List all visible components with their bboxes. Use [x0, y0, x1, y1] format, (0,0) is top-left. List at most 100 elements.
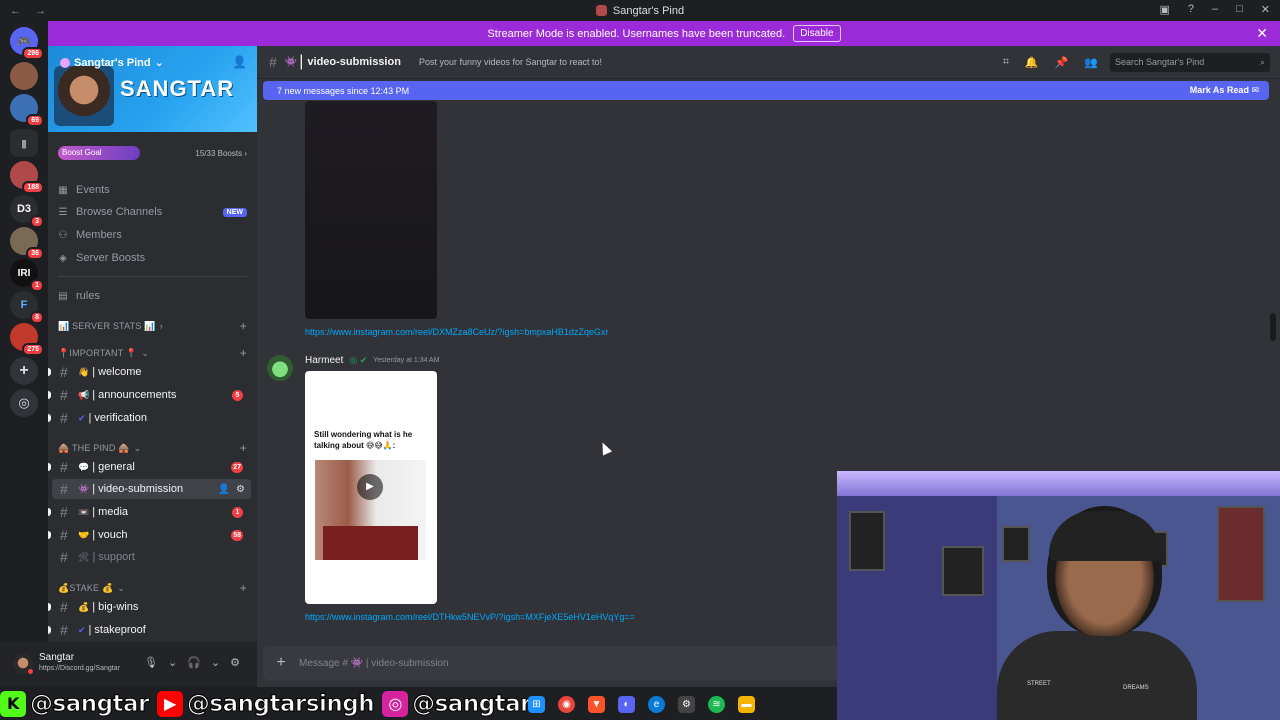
channel-vouch[interactable]: # 🤝 | vouch 58: [52, 525, 251, 545]
invite-icon[interactable]: 👤: [232, 55, 247, 69]
boost-goal-bar: Boost Goal: [58, 146, 140, 160]
message-link[interactable]: https://www.instagram.com/reel/DTHkw5NEV…: [305, 612, 635, 622]
chrome-icon[interactable]: ◉: [558, 695, 575, 713]
edge-icon[interactable]: e: [648, 695, 665, 713]
close-banner-icon[interactable]: ✕: [1256, 25, 1268, 42]
invite-icon[interactable]: 👤: [218, 484, 230, 495]
window-title-text: Sangtar's Pind: [612, 4, 685, 17]
search-input[interactable]: Search Sangtar's Pind ⌕: [1110, 53, 1270, 72]
webcam-overlay: STREET DREAMS: [837, 471, 1280, 720]
channel-announcements[interactable]: # 📢 | announcements 5: [52, 385, 251, 405]
channel-big-wins[interactable]: # 💰 | big-wins: [52, 597, 251, 617]
channel-topic[interactable]: Post your funny videos for Sangtar to re…: [419, 57, 602, 67]
server-icon[interactable]: IRI 1: [10, 259, 44, 292]
member-list-icon[interactable]: 👥: [1084, 56, 1098, 69]
gear-icon[interactable]: ⚙: [236, 484, 245, 495]
brave-icon[interactable]: ▼: [588, 695, 605, 713]
gear-icon[interactable]: ⚙: [230, 656, 240, 669]
channel-general[interactable]: # 💬 | general 27: [52, 457, 251, 477]
close-window-icon[interactable]: ✕: [1261, 3, 1270, 16]
server-icon[interactable]: F 8: [10, 291, 44, 324]
boost-goal[interactable]: Boost Goal 15/33 Boosts ›: [58, 145, 247, 161]
add-channel-icon[interactable]: +: [240, 346, 247, 360]
username[interactable]: Sangtar: [39, 652, 74, 663]
add-attachment-icon[interactable]: +: [263, 654, 299, 672]
play-icon[interactable]: ▶: [357, 474, 383, 500]
threads-icon[interactable]: ⌗: [1003, 56, 1009, 69]
server-icon[interactable]: 69: [10, 94, 44, 127]
server-icon[interactable]: 36: [10, 227, 44, 260]
channel-emoji: ✔: [78, 624, 86, 635]
mark-as-read-button[interactable]: Mark As Read ✉: [1190, 85, 1259, 96]
category-the-pind[interactable]: 🛖 The Pind 🛖 ⌄ +: [58, 440, 247, 456]
spotify-icon[interactable]: ≋: [708, 695, 725, 713]
video-embed[interactable]: Still wondering what is he talking about…: [305, 371, 437, 604]
message-link[interactable]: https://www.instagram.com/reel/DXMZza8Ce…: [305, 327, 608, 337]
hash-icon: #: [60, 387, 68, 403]
scrollbar[interactable]: [1270, 313, 1276, 341]
channel-video-submission[interactable]: # 👾 | video-submission 👤 ⚙: [52, 479, 251, 499]
boost-count: 15/33 Boosts ›: [195, 148, 247, 158]
guild-header[interactable]: Sangtar's Pind ⌄ 👤 SANGTAR: [48, 46, 257, 132]
channel-header: # 👾 | video-submission Post your funny v…: [257, 46, 1280, 79]
channel-media[interactable]: # 📼 | media 1: [52, 502, 251, 522]
server-glyph: D3: [16, 203, 32, 215]
channel-support[interactable]: # 🛠 | support: [52, 547, 251, 567]
disable-button[interactable]: Disable: [793, 25, 841, 42]
folder-icon[interactable]: ▮: [10, 129, 38, 157]
banner-text: Streamer Mode is enabled. Usernames have…: [487, 27, 786, 40]
menu-events[interactable]: ▦ Events: [58, 180, 247, 200]
webcam-poster: [1002, 526, 1030, 562]
hash-icon: #: [60, 459, 68, 475]
discover-icon[interactable]: ◎: [10, 389, 38, 417]
discord-icon[interactable]: ◐: [618, 695, 635, 713]
server-icon[interactable]: D3 3: [10, 195, 44, 228]
help-icon[interactable]: ?: [1188, 3, 1194, 16]
bell-icon[interactable]: 🔔: [1025, 56, 1039, 69]
app-root: ← → Sangtar's Pind ▣ ? – □ ✕ 🎮 296 69 ▮ 1…: [0, 0, 1280, 720]
video-embed[interactable]: [305, 101, 437, 319]
discord-home-icon[interactable]: 🎮 296: [10, 27, 44, 60]
maximize-icon[interactable]: □: [1236, 3, 1243, 16]
server-icon[interactable]: [10, 62, 38, 90]
chevron-down-icon[interactable]: ⌄: [168, 656, 177, 669]
inbox-icon[interactable]: ▣: [1159, 3, 1169, 16]
social-handles-overlay: K @sangtar ▶ @sangtarsingh ◎ @sangtarr: [0, 687, 560, 720]
category-stake[interactable]: 💰Stake 💰 ⌄ +: [58, 580, 247, 596]
add-server-icon[interactable]: +: [10, 357, 38, 385]
server-icon[interactable]: 188: [10, 161, 44, 194]
channel-welcome[interactable]: # 👋 | welcome: [52, 362, 251, 382]
windows-start-icon[interactable]: ⊞: [528, 695, 545, 713]
menu-browse-channels[interactable]: ☰ Browse Channels NEW: [58, 202, 247, 222]
channel-sidebar: Sangtar's Pind ⌄ 👤 SANGTAR Boost Goal 15…: [48, 46, 257, 642]
unread-indicator: [48, 368, 51, 376]
category-important[interactable]: 📍IMPORTANT 📍 ⌄ +: [58, 345, 247, 361]
window-controls: ▣ ? – □ ✕: [1159, 3, 1270, 16]
author-name[interactable]: Harmeet: [305, 355, 343, 366]
menu-members[interactable]: ⚇ Members: [58, 225, 247, 245]
unread-indicator: [48, 603, 51, 611]
menu-server-boosts[interactable]: ◈ Server Boosts: [58, 248, 247, 268]
chevron-down-icon: ⌄: [141, 347, 150, 358]
channel-rules[interactable]: ▤ rules: [58, 286, 247, 306]
app-icon[interactable]: ⚙: [678, 695, 695, 713]
minimize-icon[interactable]: –: [1212, 3, 1218, 16]
chevron-down-icon: ⌄: [117, 582, 126, 593]
category-server-stats[interactable]: 📊 SERVER STATS 📊 › +: [58, 318, 247, 334]
channel-stakeproof[interactable]: # ✔ | stakeproof: [52, 620, 251, 640]
file-explorer-icon[interactable]: ▬: [738, 695, 755, 713]
window-title: Sangtar's Pind: [0, 5, 1280, 17]
add-channel-icon[interactable]: +: [240, 319, 247, 333]
microphone-icon[interactable]: 🎙: [144, 656, 158, 669]
channel-verification[interactable]: # ✔ | verification: [52, 408, 251, 428]
guild-name[interactable]: Sangtar's Pind ⌄: [60, 56, 164, 69]
add-channel-icon[interactable]: +: [240, 441, 247, 455]
headphones-icon[interactable]: 🎧: [187, 656, 201, 669]
channel-label: big-wins: [98, 601, 139, 613]
pin-icon[interactable]: 📌: [1055, 56, 1069, 69]
new-messages-bar[interactable]: 7 new messages since 12:43 PM Mark As Re…: [263, 81, 1269, 100]
server-icon[interactable]: 275: [10, 323, 44, 356]
chevron-down-icon[interactable]: ⌄: [211, 656, 220, 669]
avatar[interactable]: [267, 355, 293, 381]
add-channel-icon[interactable]: +: [240, 581, 247, 595]
